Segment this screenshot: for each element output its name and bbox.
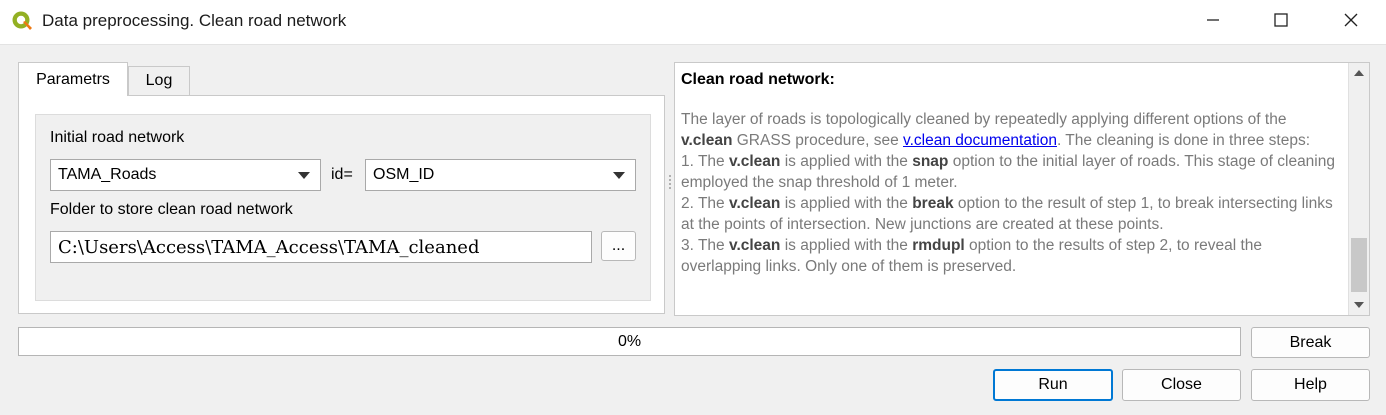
road-layer-combo[interactable]: TAMA_Roads [50,159,321,191]
scrollbar-thumb[interactable] [1351,238,1367,292]
qgis-logo-icon [11,10,33,32]
browse-button[interactable]: ... [601,231,636,261]
window-title: Data preprocessing. Clean road network [42,11,347,30]
tab-parametrs[interactable]: Parametrs [18,62,128,96]
road-network-label: Initial road network [50,129,185,146]
folder-path-input[interactable]: C:\Users\Access\TAMA_Access\TAMA_cleaned [50,231,592,263]
run-button[interactable]: Run [993,369,1113,401]
help-step-3: 3. The v.clean is applied with the rmdup… [681,237,1263,275]
arrow-up-icon [1354,70,1364,76]
help-step-2: 2. The v.clean is applied with the break… [681,195,1333,233]
folder-label: Folder to store clean road network [50,201,293,218]
help-panel: Clean road network: The layer of roads i… [674,62,1370,316]
vclean-doc-link[interactable]: v.clean documentation [903,132,1057,149]
help-button[interactable]: Help [1251,369,1370,401]
close-window-button[interactable] [1328,0,1374,44]
id-label: id= [331,166,353,183]
progress-bar: 0% [18,327,1241,356]
scroll-down-button[interactable] [1349,295,1369,315]
arrow-down-icon [1354,302,1364,308]
help-title: Clean road network: [681,71,835,88]
chevron-down-icon [613,172,625,179]
parameters-panel: Parametrs Log Initial road network TAMA_… [18,62,666,314]
close-button[interactable]: Close [1122,369,1241,401]
parameters-group: Initial road network TAMA_Roads id= OSM_… [35,114,651,301]
title-bar: Data preprocessing. Clean road network [0,0,1386,45]
maximize-icon [1274,12,1288,32]
id-field-combo[interactable]: OSM_ID [365,159,636,191]
maximize-button[interactable] [1258,0,1304,44]
id-field-value: OSM_ID [373,166,435,183]
scroll-up-button[interactable] [1349,63,1369,83]
help-text: Clean road network: The layer of roads i… [681,69,1341,277]
help-scrollbar[interactable] [1348,63,1369,315]
chevron-down-icon [298,172,310,179]
break-button[interactable]: Break [1251,327,1370,358]
help-step-1: 1. The v.clean is applied with the snap … [681,153,1335,191]
progress-text: 0% [617,332,642,350]
minimize-button[interactable] [1190,0,1236,44]
splitter-handle[interactable] [668,175,672,195]
close-icon [1344,13,1358,32]
tab-pane: Initial road network TAMA_Roads id= OSM_… [18,95,665,314]
minimize-icon [1206,13,1220,32]
help-intro: The layer of roads is topologically clea… [681,111,1311,149]
road-layer-value: TAMA_Roads [58,166,157,183]
tab-log[interactable]: Log [128,66,190,95]
